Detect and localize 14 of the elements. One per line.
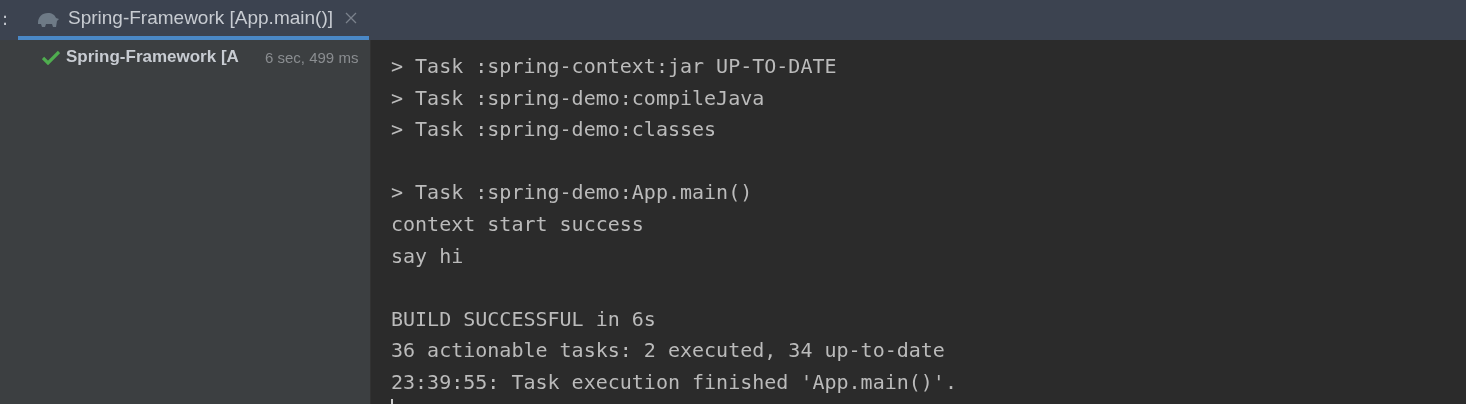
console-line: > Task :spring-demo:App.main() <box>391 179 754 207</box>
console-line: 23:39:55: Task execution finished 'App.main()'. <box>391 368 958 396</box>
console-line: > Task :spring-context:jar UP-TO-DATE <box>391 53 838 80</box>
console-line: 36 actionable tasks: 2 executed, 34 up-to-date <box>391 337 946 365</box>
close-icon[interactable] <box>345 12 358 24</box>
overflow-mark[interactable]: : <box>0 0 16 40</box>
console-line: > Task :spring-demo:classes <box>391 116 718 144</box>
console-line: context start success <box>391 210 645 238</box>
run-duration: 6 sec, 499 ms <box>265 48 359 66</box>
console-line: BUILD SUCCESSFUL in 6s <box>391 305 657 333</box>
check-icon <box>42 49 60 65</box>
console-line: > Task :spring-demo:compileJava <box>391 84 766 112</box>
run-label[interactable]: Spring-Framework [A <box>66 47 259 67</box>
console-line: say hi <box>391 242 465 270</box>
